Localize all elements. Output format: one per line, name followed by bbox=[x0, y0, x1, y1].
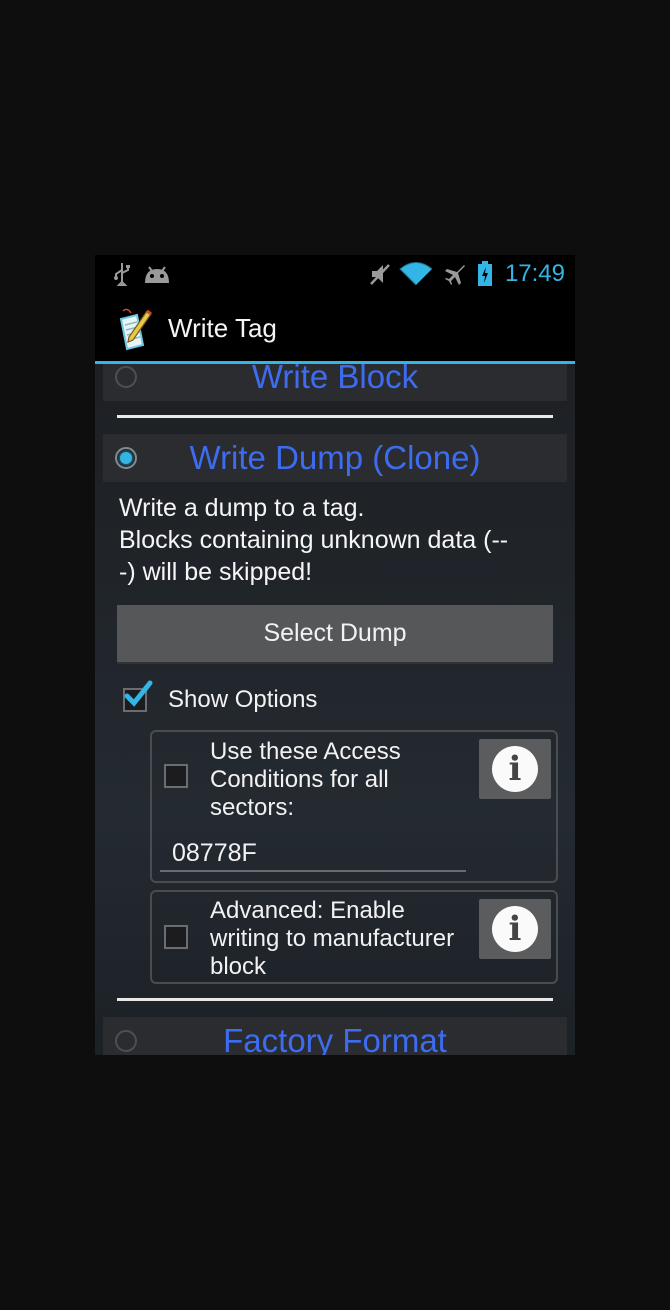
show-options-label: Show Options bbox=[168, 686, 318, 713]
write-tag-content[interactable]: Write Block Write Dump (Clone) Write a d… bbox=[95, 364, 575, 1055]
label-line: Use these Access bbox=[210, 738, 401, 765]
battery-charging-icon bbox=[476, 261, 494, 287]
label-line: sectors: bbox=[210, 794, 295, 821]
label-line: Advanced: Enable bbox=[210, 897, 405, 924]
show-options-checkbox[interactable] bbox=[123, 680, 153, 712]
write-block-option[interactable]: Write Block bbox=[103, 364, 567, 401]
description-line: Write a dump to a tag. bbox=[119, 494, 365, 522]
write-dump-radio[interactable] bbox=[115, 447, 137, 469]
factory-format-option[interactable]: Factory Format bbox=[103, 1017, 567, 1055]
page-title: Write Tag bbox=[168, 313, 277, 343]
tag-write-app-icon[interactable] bbox=[113, 307, 153, 351]
mute-icon bbox=[369, 261, 391, 287]
airplane-icon bbox=[443, 261, 467, 287]
write-dump-description: Write a dump to a tag. Blocks containing… bbox=[119, 492, 559, 588]
info-icon: i bbox=[492, 906, 538, 952]
status-time: 17:49 bbox=[504, 260, 565, 287]
write-dump-label: Write Dump (Clone) bbox=[189, 439, 481, 476]
advanced-option-box: Advanced: Enable writing to manufacturer… bbox=[150, 890, 558, 984]
access-conditions-input[interactable]: 08778F bbox=[160, 836, 466, 872]
access-conditions-box: Use these Access Conditions for all sect… bbox=[150, 730, 558, 883]
label-line: block bbox=[210, 953, 267, 980]
advanced-label: Advanced: Enable writing to manufacturer… bbox=[210, 897, 454, 981]
access-conditions-label: Use these Access Conditions for all sect… bbox=[210, 738, 401, 822]
usb-icon bbox=[113, 261, 131, 287]
info-icon: i bbox=[492, 746, 538, 792]
checkmark-icon bbox=[124, 680, 153, 707]
advanced-info-button[interactable]: i bbox=[479, 899, 551, 959]
description-line: -) will be skipped! bbox=[119, 558, 313, 586]
label-line: Conditions for all bbox=[210, 766, 389, 793]
status-bar: 17:49 bbox=[95, 255, 575, 293]
access-conditions-info-button[interactable]: i bbox=[479, 739, 551, 799]
divider bbox=[117, 415, 553, 418]
advanced-checkbox[interactable] bbox=[164, 925, 188, 949]
wifi-icon bbox=[399, 261, 433, 287]
action-bar: Write Tag bbox=[95, 293, 575, 364]
label-line: writing to manufacturer bbox=[210, 925, 455, 952]
factory-format-label: Factory Format bbox=[223, 1022, 447, 1055]
description-line: Blocks containing unknown data (-- bbox=[119, 526, 509, 554]
write-block-label: Write Block bbox=[251, 364, 419, 395]
write-dump-option[interactable]: Write Dump (Clone) bbox=[103, 434, 567, 482]
factory-format-radio[interactable] bbox=[115, 1030, 137, 1052]
android-debug-icon bbox=[143, 261, 171, 287]
write-block-radio[interactable] bbox=[115, 366, 137, 388]
phone-screen: 17:49 Write Tag Write Block Write Dump (… bbox=[95, 255, 575, 1055]
divider bbox=[117, 998, 553, 1001]
select-dump-button[interactable]: Select Dump bbox=[117, 605, 553, 664]
access-conditions-checkbox[interactable] bbox=[164, 764, 188, 788]
